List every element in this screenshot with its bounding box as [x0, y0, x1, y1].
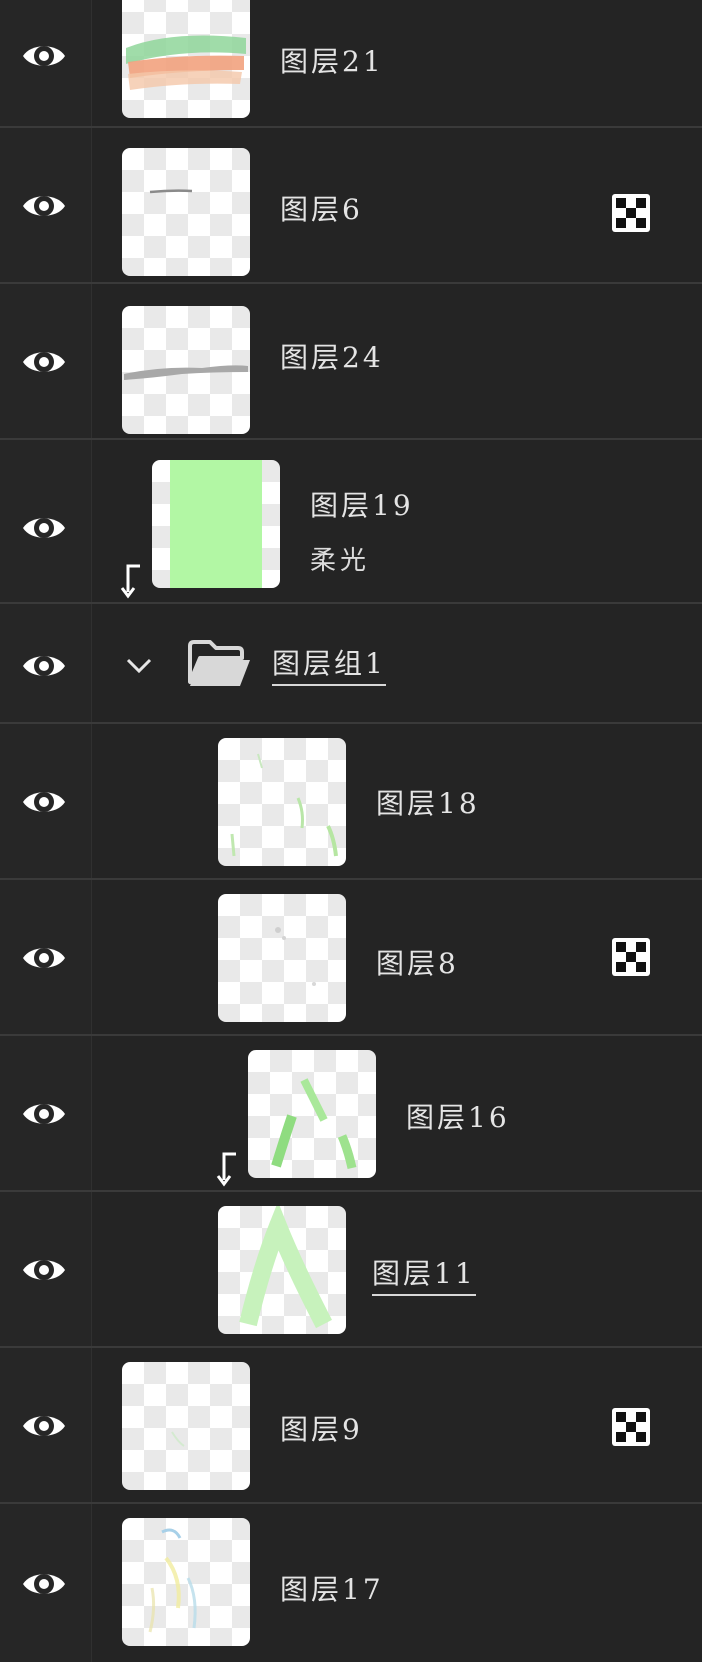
eye-icon[interactable]	[20, 338, 68, 386]
eye-icon[interactable]	[20, 182, 68, 230]
chevron-down-icon[interactable]	[122, 648, 156, 682]
layer-name[interactable]: 图层19	[310, 484, 414, 524]
layers-panel: 图层21 图层6 图层24 图层19 柔光 图层组1 图层18 图层8 图层16…	[0, 0, 702, 1662]
eye-icon[interactable]	[20, 1560, 68, 1608]
layer-thumbnail	[122, 306, 250, 434]
layer-name[interactable]: 图层8	[376, 942, 459, 982]
layer-row-9[interactable]: 图层9	[0, 1348, 702, 1504]
layer-name[interactable]: 图层6	[280, 188, 363, 228]
layer-thumbnail	[218, 738, 346, 866]
layer-group-row[interactable]: 图层组1	[0, 604, 702, 724]
layer-thumbnail	[218, 1206, 346, 1334]
layer-row-18[interactable]: 图层18	[0, 724, 702, 880]
checkerboard-mask-icon[interactable]	[612, 938, 650, 976]
eye-icon[interactable]	[20, 1402, 68, 1450]
layer-row-21[interactable]: 图层21	[0, 0, 702, 128]
layer-name[interactable]: 图层21	[280, 40, 384, 80]
layer-name[interactable]: 图层9	[280, 1408, 363, 1448]
layer-name[interactable]: 图层18	[376, 782, 480, 822]
eye-icon[interactable]	[20, 32, 68, 80]
layer-thumbnail	[122, 1518, 250, 1646]
eye-icon[interactable]	[20, 1090, 68, 1138]
layer-thumbnail	[122, 148, 250, 276]
layer-name[interactable]: 图层16	[406, 1096, 510, 1136]
layer-name[interactable]: 图层11	[372, 1252, 476, 1296]
eye-icon[interactable]	[20, 504, 68, 552]
layer-row-8[interactable]: 图层8	[0, 880, 702, 1036]
eye-icon[interactable]	[20, 1246, 68, 1294]
layer-row-19[interactable]: 图层19 柔光	[0, 440, 702, 604]
layer-row-17[interactable]: 图层17	[0, 1504, 702, 1662]
eye-icon[interactable]	[20, 642, 68, 690]
clip-arrow-icon	[216, 1152, 236, 1187]
blend-mode-label[interactable]: 柔光	[310, 540, 370, 577]
folder-open-icon	[188, 640, 250, 686]
checkerboard-mask-icon[interactable]	[612, 194, 650, 232]
group-name[interactable]: 图层组1	[272, 642, 386, 686]
checkerboard-mask-icon[interactable]	[612, 1408, 650, 1446]
clip-arrow-icon	[120, 564, 140, 599]
layer-row-11[interactable]: 图层11	[0, 1192, 702, 1348]
eye-icon[interactable]	[20, 778, 68, 826]
layer-row-16[interactable]: 图层16	[0, 1036, 702, 1192]
layer-thumbnail	[122, 1362, 250, 1490]
layer-thumbnail	[248, 1050, 376, 1178]
layer-thumbnail	[122, 0, 250, 118]
layer-row-24[interactable]: 图层24	[0, 284, 702, 440]
layer-thumbnail	[218, 894, 346, 1022]
layer-name[interactable]: 图层17	[280, 1568, 384, 1608]
layer-thumbnail	[152, 460, 280, 588]
layer-name[interactable]: 图层24	[280, 336, 384, 376]
layer-row-6[interactable]: 图层6	[0, 128, 702, 284]
eye-icon[interactable]	[20, 934, 68, 982]
